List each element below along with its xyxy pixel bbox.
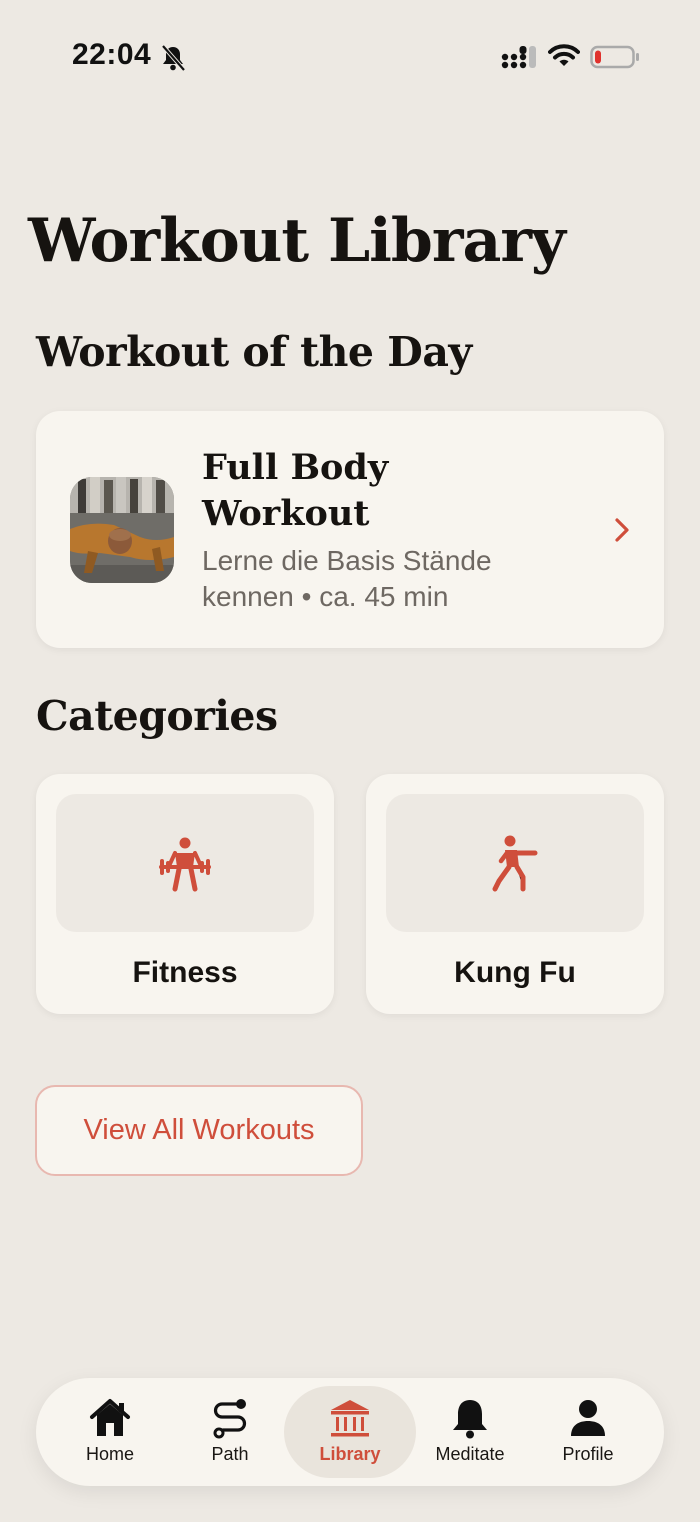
tab-home[interactable]: Home bbox=[50, 1378, 170, 1486]
weightlifter-icon bbox=[159, 837, 211, 892]
library-icon bbox=[331, 1400, 369, 1437]
tab-library[interactable]: Library bbox=[290, 1378, 410, 1486]
martial-arts-icon bbox=[492, 835, 538, 892]
status-time: 22:04 bbox=[72, 38, 152, 71]
workout-of-the-day-card[interactable]: Full Body Workout Lerne die Basis Stände… bbox=[36, 411, 664, 648]
bell-icon bbox=[453, 1400, 487, 1439]
home-icon bbox=[90, 1399, 130, 1436]
tab-label: Home bbox=[85, 1444, 134, 1464]
tab-meditate[interactable]: Meditate bbox=[410, 1378, 530, 1486]
categories-heading: Categories bbox=[36, 692, 278, 740]
tab-label: Path bbox=[211, 1444, 249, 1464]
workout-of-the-day-heading: Workout of the Day bbox=[36, 328, 472, 376]
person-icon bbox=[571, 1400, 605, 1436]
category-label: Fitness bbox=[132, 956, 238, 989]
path-icon bbox=[213, 1399, 247, 1439]
category-icon-tile bbox=[56, 794, 314, 932]
workout-subtitle: Lerne die Basis Stände kennen • ca. 45 m… bbox=[202, 545, 492, 612]
pushup-photo bbox=[70, 477, 174, 583]
tab-label: Meditate bbox=[435, 1444, 505, 1464]
status-bar: 22:04 bbox=[0, 0, 700, 112]
page-title: Workout Library bbox=[28, 206, 566, 276]
cellular-signal-icon bbox=[501, 46, 536, 69]
wifi-icon bbox=[548, 44, 580, 66]
workout-title: Full Body Workout bbox=[202, 447, 389, 534]
category-label: Kung Fu bbox=[454, 956, 576, 989]
bottom-tab-bar: Home Path Library Meditate Profile bbox=[36, 1378, 664, 1486]
tab-profile[interactable]: Profile bbox=[528, 1378, 648, 1486]
tab-path[interactable]: Path bbox=[170, 1378, 290, 1486]
tab-label: Library bbox=[319, 1444, 381, 1464]
category-icon-tile bbox=[386, 794, 644, 932]
battery-low-icon bbox=[590, 45, 639, 69]
tab-label: Profile bbox=[562, 1444, 614, 1464]
chevron-right-icon bbox=[615, 518, 629, 542]
bell-muted-icon bbox=[161, 44, 186, 72]
workout-thumbnail bbox=[70, 477, 174, 583]
category-kung-fu-card[interactable]: Kung Fu bbox=[366, 774, 664, 1014]
category-fitness-card[interactable]: Fitness bbox=[36, 774, 334, 1014]
view-all-workouts-button[interactable]: View All Workouts bbox=[35, 1085, 363, 1176]
